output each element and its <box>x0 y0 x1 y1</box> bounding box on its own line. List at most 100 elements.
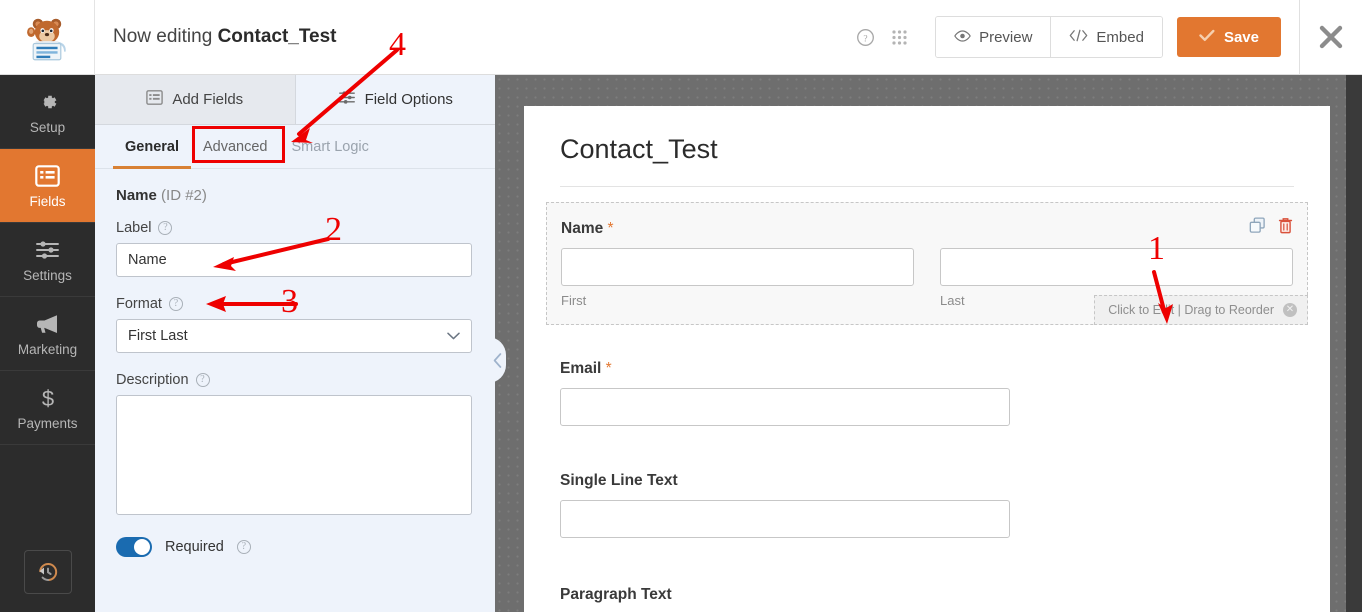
subtab-label: Advanced <box>203 138 268 155</box>
format-option-label: Format ? <box>116 296 474 312</box>
add-fields-icon <box>146 90 164 109</box>
gear-icon <box>36 89 60 115</box>
field-label-text: Single Line Text <box>560 472 678 489</box>
sidebar-item-label: Marketing <box>17 341 78 357</box>
preview-button[interactable]: Preview <box>936 17 1051 57</box>
toolbar-actions: ? Preview Embed Save <box>851 0 1362 75</box>
preview-field-name[interactable]: Name * First Last Click to Edit | Drag t… <box>546 202 1308 325</box>
preview-embed-group: Preview Embed <box>935 16 1163 58</box>
subtab-label: Smart Logic <box>291 138 369 155</box>
preview-scrollbar[interactable] <box>1346 75 1362 612</box>
help-circle-icon[interactable]: ? <box>195 373 210 387</box>
top-toolbar: Now editing Contact_Test ? Preview Embed… <box>0 0 1362 75</box>
save-button[interactable]: Save <box>1176 17 1281 57</box>
close-icon[interactable] <box>1300 0 1362 75</box>
svg-text:?: ? <box>863 34 867 44</box>
sidebar-item-label: Payments <box>17 415 78 431</box>
field-heading-name: Name <box>116 187 157 204</box>
dollar-icon: $ <box>38 385 58 411</box>
label-input[interactable]: Name <box>116 243 472 277</box>
embed-button[interactable]: Embed <box>1050 17 1162 57</box>
tab-field-options[interactable]: Field Options <box>295 75 495 124</box>
required-star: * <box>607 220 614 237</box>
subtab-general[interactable]: General <box>113 125 191 169</box>
eye-icon <box>954 29 971 46</box>
page-title: Now editing Contact_Test <box>113 26 337 48</box>
form-name: Contact_Test <box>217 26 337 47</box>
description-option-label: Description ? <box>116 372 474 388</box>
sidebar-item-settings[interactable]: Settings <box>0 223 95 297</box>
sidebar-item-marketing[interactable]: Marketing <box>0 297 95 371</box>
embed-label: Embed <box>1096 28 1144 46</box>
tab-label: Field Options <box>364 91 453 108</box>
first-name-input[interactable] <box>561 248 914 286</box>
save-label: Save <box>1223 28 1259 46</box>
required-star: * <box>605 360 612 377</box>
duplicate-icon[interactable] <box>1249 217 1266 239</box>
field-options-icon <box>338 90 356 109</box>
sidebar-item-fields[interactable]: Fields <box>0 149 95 223</box>
sidebar-item-label: Settings <box>23 267 72 283</box>
preview-field-single-line-text[interactable]: Single Line Text <box>546 455 1308 547</box>
megaphone-icon <box>35 311 61 337</box>
field-label: Name * <box>561 220 1293 238</box>
format-select-value: First Last <box>128 328 188 344</box>
wpforms-logo <box>0 0 95 75</box>
field-actions <box>1249 217 1293 239</box>
revisions-history-icon[interactable] <box>23 550 72 594</box>
tab-add-fields[interactable]: Add Fields <box>95 75 296 124</box>
title-divider <box>560 186 1294 187</box>
last-name-input[interactable] <box>940 248 1293 286</box>
code-icon <box>1069 29 1088 46</box>
label-option-label: Label ? <box>116 220 474 236</box>
chevron-down-icon <box>447 328 460 344</box>
field-label: Email * <box>560 360 1294 378</box>
main-sidebar: Setup Fields Settings Marketing $ Paymen… <box>0 75 95 612</box>
editing-prefix: Now editing <box>113 26 213 47</box>
sliders-icon <box>35 237 60 263</box>
preview-field-email[interactable]: Email * <box>546 343 1308 435</box>
form-preview-area: Contact_Test Name * First Last Click to … <box>495 75 1362 612</box>
format-select[interactable]: First Last <box>116 319 472 353</box>
required-label: Required <box>165 539 224 555</box>
sidebar-item-label: Setup <box>29 119 66 135</box>
list-icon <box>35 163 60 189</box>
help-circle-icon[interactable]: ? <box>158 221 173 235</box>
panel-subtab-bar: General Advanced Smart Logic <box>95 125 495 169</box>
help-circle-icon[interactable]: ? <box>851 23 879 51</box>
field-heading: Name (ID #2) <box>116 187 474 204</box>
first-sublabel: First <box>561 293 587 308</box>
panel-body: Name (ID #2) Label ? Name Format ? First… <box>95 169 495 557</box>
required-toggle[interactable] <box>116 537 152 557</box>
help-circle-icon[interactable]: ? <box>168 297 183 311</box>
form-preview-card: Contact_Test Name * First Last Click to … <box>524 106 1330 612</box>
panel-tab-bar: Add Fields Field Options <box>95 75 495 125</box>
subtab-advanced[interactable]: Advanced <box>191 125 280 168</box>
trash-icon[interactable] <box>1278 217 1293 239</box>
label-text: Format <box>116 296 162 312</box>
label-input-value: Name <box>128 252 167 268</box>
svg-text:$: $ <box>41 386 53 410</box>
preview-field-paragraph-text[interactable]: Paragraph Text <box>546 569 1308 612</box>
description-textarea[interactable] <box>116 395 472 515</box>
check-icon <box>1199 29 1215 46</box>
label-text: Description <box>116 372 189 388</box>
grid-dots-icon[interactable] <box>885 23 913 51</box>
subtab-smart-logic[interactable]: Smart Logic <box>280 125 381 168</box>
sidebar-item-payments[interactable]: $ Payments <box>0 371 95 445</box>
email-input[interactable] <box>560 388 1010 426</box>
sidebar-item-setup[interactable]: Setup <box>0 75 95 149</box>
field-hint-bar: Click to Edit | Drag to Reorder ✕ <box>1094 295 1308 325</box>
preview-form-title: Contact_Test <box>560 134 718 164</box>
help-circle-icon[interactable]: ? <box>236 540 251 554</box>
required-option-row: Required ? <box>116 537 474 557</box>
name-first-column: First <box>561 248 914 308</box>
field-label-text: Email <box>560 360 602 377</box>
label-text: Label <box>116 220 152 236</box>
wpforms-bear-logo-icon <box>27 18 66 61</box>
field-label: Single Line Text <box>560 472 1294 490</box>
single-line-text-input[interactable] <box>560 500 1010 538</box>
close-circle-icon[interactable]: ✕ <box>1283 303 1297 317</box>
sidebar-item-label: Fields <box>29 193 66 209</box>
